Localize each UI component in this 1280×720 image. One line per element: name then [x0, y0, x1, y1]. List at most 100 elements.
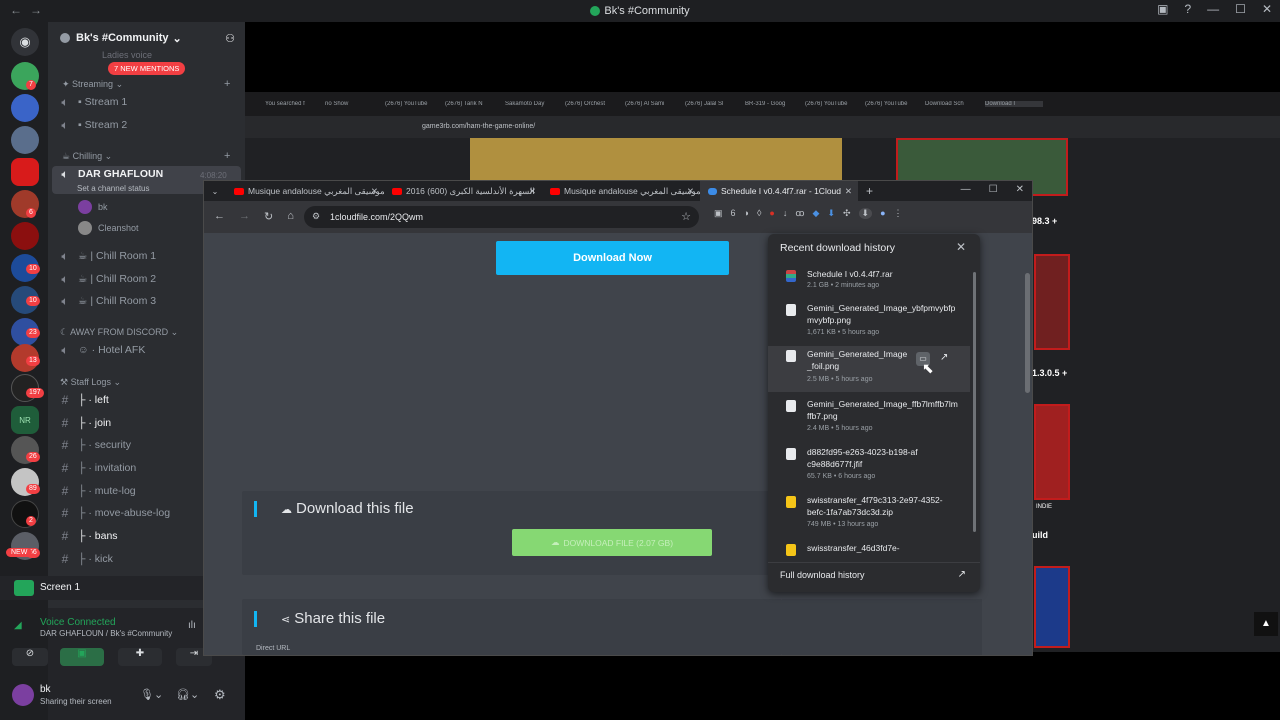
extension-icon[interactable]: ▣: [714, 208, 723, 219]
forward-icon[interactable]: →: [239, 210, 250, 222]
download-item[interactable]: Gemini_Generated_Image_ffb7lmffb7lmffb7.…: [768, 396, 970, 442]
bg-url-text[interactable]: game3rb.com/ham-the-game-online/: [422, 123, 535, 130]
share-screen-button[interactable]: ▣: [60, 648, 104, 666]
close-icon[interactable]: ✕: [956, 240, 966, 254]
bg-tab[interactable]: Download Sch: [925, 101, 983, 107]
game-thumbnail[interactable]: [1034, 566, 1070, 648]
voice-member[interactable]: Cleanshot: [78, 221, 139, 235]
noise-suppression-button[interactable]: ⊘: [12, 648, 48, 666]
voice-channel-stream-1[interactable]: 🔈︎ ▪ Stream 1: [58, 92, 238, 112]
extension-icon[interactable]: ◆: [813, 208, 820, 219]
download-file-button[interactable]: ☁ DOWNLOAD FILE (2.07 GB): [512, 529, 712, 556]
discord-home-icon[interactable]: ◉: [11, 28, 39, 56]
close-tab-icon[interactable]: ✕: [529, 186, 536, 197]
bg-tab[interactable]: Sakamoto Day: [505, 101, 563, 107]
invite-icon[interactable]: ⚇: [225, 32, 235, 45]
minimize-button[interactable]: —: [1207, 2, 1219, 16]
maximize-button[interactable]: ☐: [1235, 2, 1246, 16]
close-tab-icon[interactable]: ✕: [845, 186, 852, 197]
voice-channel[interactable]: DAR GHAFLOUN / Bk's #Community: [40, 629, 172, 638]
download-item[interactable]: swisstransfer_46d3fd7e-: [768, 540, 970, 562]
address-bar[interactable]: ⚙ 1cloudfile.com/2QQwm ☆: [304, 206, 699, 228]
bg-tab[interactable]: (2676) Orchest: [565, 101, 623, 107]
bg-tab[interactable]: (2676) YouTube: [805, 101, 863, 107]
headphones-icon[interactable]: 🎧︎⌄: [176, 688, 199, 701]
menu-icon[interactable]: ⋮: [894, 208, 903, 219]
settings-gear-icon[interactable]: ⚙: [214, 687, 226, 703]
page-scrollbar[interactable]: [1025, 273, 1030, 393]
category-staff-logs[interactable]: ⚒ Staff Logs ⌄: [60, 377, 121, 388]
new-mentions-pill[interactable]: 7 NEW MENTIONS: [108, 62, 186, 75]
profile-icon[interactable]: ●: [880, 208, 885, 219]
server-icon[interactable]: [11, 158, 39, 186]
add-channel-icon[interactable]: +: [224, 150, 230, 162]
browser-tab[interactable]: Musique andalouse الموسيقى المغربي ✕: [226, 181, 384, 201]
server-name: Bk's #Community: [76, 32, 169, 44]
browser-tab[interactable]: 2016 السهرة الأندلسية الكبرى (600) ✕: [384, 181, 542, 201]
category-streaming[interactable]: ✦ Streaming ⌄: [62, 79, 123, 90]
inbox-icon[interactable]: ▣: [1157, 2, 1168, 16]
bg-tab[interactable]: Download I: [985, 101, 1043, 107]
extension-icon[interactable]: ꝏ: [795, 208, 804, 219]
category-chilling[interactable]: ☕︎ Chilling ⌄: [62, 151, 112, 162]
help-icon[interactable]: ?: [1184, 2, 1191, 16]
download-item[interactable]: swisstransfer_4f79c313-2e97-4352-befc-1f…: [768, 492, 970, 538]
voice-status[interactable]: Voice Connected: [40, 617, 116, 628]
server-icon[interactable]: NR: [11, 406, 39, 434]
bg-tab[interactable]: (2676) YouTube: [865, 101, 923, 107]
bg-tab[interactable]: (2676) Jalal Sl: [685, 101, 743, 107]
server-icon[interactable]: [11, 94, 39, 122]
full-download-history-link[interactable]: Full download history ↗: [768, 562, 980, 592]
extension-icon[interactable]: ⬇: [827, 208, 835, 219]
minimize-icon[interactable]: —: [961, 184, 971, 195]
download-item[interactable]: d882fd95-e263-4023-b198-afc9e88d677f.jfi…: [768, 444, 970, 490]
close-button[interactable]: ✕: [1262, 2, 1272, 16]
microphone-icon[interactable]: 🎙︎⌄: [140, 688, 163, 701]
category-away[interactable]: ☾ AWAY FROM DISCORD ⌄: [60, 327, 178, 338]
add-channel-icon[interactable]: +: [224, 78, 230, 90]
puzzle-icon[interactable]: ✣: [843, 208, 851, 219]
panel-scrollbar[interactable]: [973, 272, 976, 532]
game-thumbnail[interactable]: [1034, 404, 1070, 500]
close-tab-icon[interactable]: ✕: [371, 186, 378, 197]
bg-tab[interactable]: (2676) Tarik N: [445, 101, 503, 107]
bg-tab[interactable]: You searched f: [265, 101, 323, 107]
browser-tab[interactable]: Musique andalouse الموسيقى المغربي ✕: [542, 181, 700, 201]
activities-button[interactable]: ✚: [118, 648, 162, 666]
browser-tab-active[interactable]: Schedule I v0.4.4f7.rar - 1Cloud ✕: [700, 181, 858, 201]
back-icon[interactable]: ←: [214, 210, 225, 222]
download-item[interactable]: Gemini_Generated_Image_foil.png 2.5 MB •…: [768, 346, 970, 392]
server-icon[interactable]: [11, 222, 39, 250]
server-icon[interactable]: [11, 126, 39, 154]
game-thumbnail[interactable]: [1034, 254, 1070, 350]
extension-icon[interactable]: ◑: [744, 208, 749, 219]
channel-status[interactable]: Set a channel status: [77, 184, 150, 193]
extension-icon[interactable]: 6: [731, 208, 736, 219]
open-external-icon[interactable]: ↗: [940, 352, 948, 363]
extension-icon[interactable]: ↓: [783, 208, 788, 219]
new-tab-button[interactable]: +: [866, 184, 873, 198]
waveform-icon[interactable]: ılı: [188, 620, 196, 631]
bg-tab[interactable]: no Show: [325, 101, 383, 107]
extension-icon[interactable]: ◊: [757, 208, 761, 219]
tab-search-icon[interactable]: ⌄: [204, 187, 226, 196]
download-now-button[interactable]: Download Now: [496, 241, 729, 275]
bg-tab[interactable]: BR-319 - Goog: [745, 101, 803, 107]
bg-tab[interactable]: (2676) Al Sami: [625, 101, 683, 107]
site-info-icon[interactable]: ⚙: [312, 211, 320, 222]
home-icon[interactable]: ⌂: [287, 210, 294, 222]
close-icon[interactable]: ✕: [1016, 184, 1024, 195]
voice-member[interactable]: bk: [78, 200, 108, 214]
downloads-icon[interactable]: ⬇: [858, 208, 873, 219]
bookmark-star-icon[interactable]: ☆: [681, 210, 691, 223]
avatar[interactable]: [12, 684, 34, 706]
reload-icon[interactable]: ↻: [264, 210, 273, 223]
maximize-icon[interactable]: ☐: [989, 184, 998, 195]
scroll-top-button[interactable]: ▲: [1254, 612, 1278, 636]
voice-channel-stream-2[interactable]: 🔈︎ ▪ Stream 2: [58, 115, 238, 135]
extension-icon[interactable]: ●: [769, 208, 774, 219]
bg-tab[interactable]: (2676) YouTube: [385, 101, 443, 107]
download-item[interactable]: Gemini_Generated_Image_ybfpmvybfpmvybfp.…: [768, 300, 970, 346]
history-nav[interactable]: ←→: [10, 3, 50, 17]
close-tab-icon[interactable]: ✕: [687, 186, 694, 197]
